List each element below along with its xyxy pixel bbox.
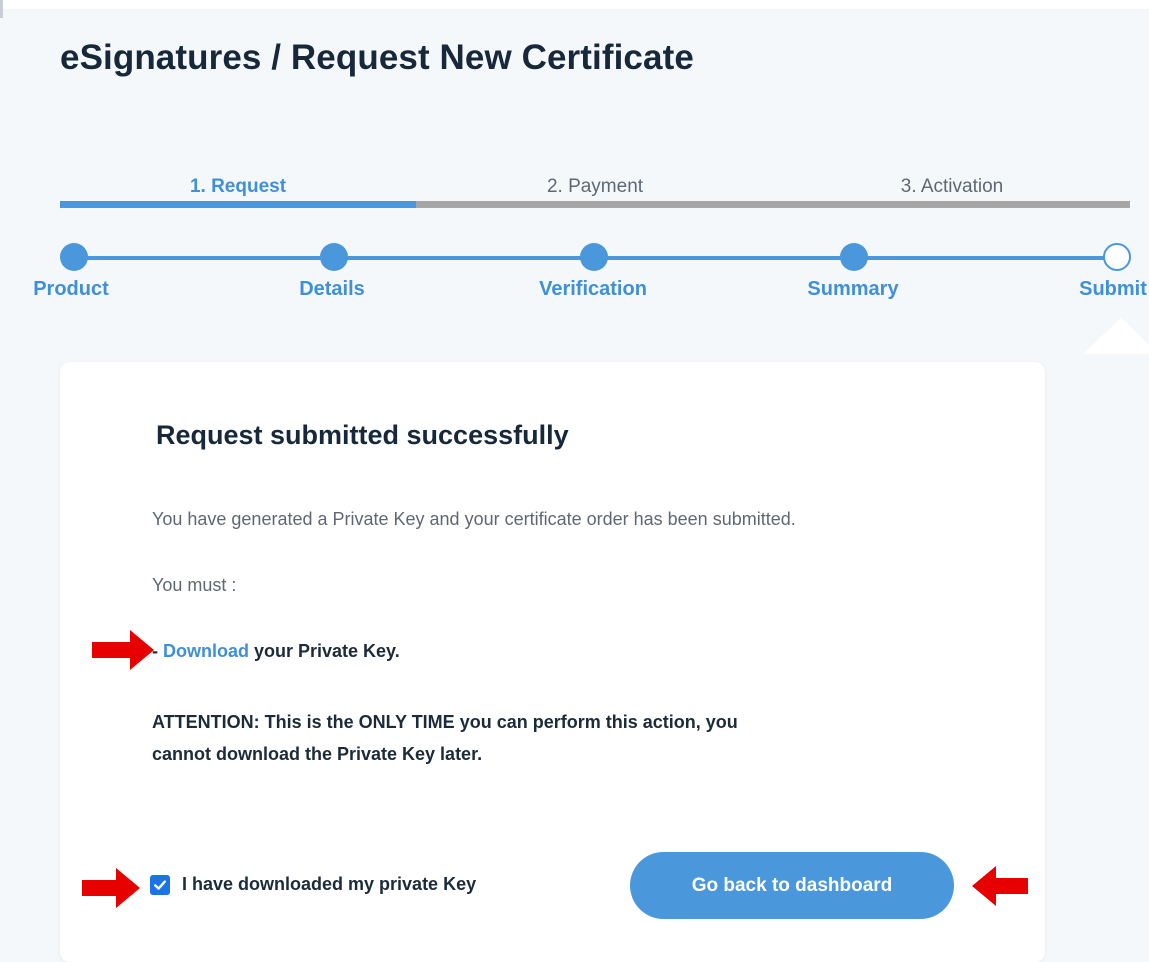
tab-request[interactable]: 1. Request	[190, 176, 286, 198]
step-dot-verification[interactable]	[580, 243, 608, 271]
step-label-submit[interactable]: Submit	[1079, 278, 1147, 301]
download-link[interactable]: Download	[163, 641, 249, 661]
red-arrow-right-icon	[92, 630, 154, 670]
left-edge-line	[0, 0, 3, 18]
attention-warning: ATTENTION: This is the ONLY TIME you can…	[152, 712, 738, 764]
red-arrow-left-icon	[972, 866, 1028, 906]
tab-payment[interactable]: 2. Payment	[547, 176, 643, 198]
step-label-verification[interactable]: Verification	[539, 278, 647, 301]
download-suffix: your Private Key.	[249, 641, 400, 661]
must-label: You must :	[152, 575, 237, 595]
step-dot-details[interactable]	[320, 243, 348, 271]
step-label-product[interactable]: Product	[33, 278, 109, 301]
step-pointer	[1083, 318, 1149, 354]
step-dot-submit[interactable]	[1103, 243, 1131, 271]
downloaded-checkbox[interactable]	[150, 874, 170, 895]
download-instruction: - Download your Private Key.	[152, 641, 400, 662]
red-arrow-right-icon	[82, 868, 140, 908]
step-label-details[interactable]: Details	[299, 278, 365, 301]
top-strip	[0, 0, 1149, 9]
checkbox-label[interactable]: I have downloaded my private Key	[182, 874, 476, 895]
downloaded-confirmation[interactable]: I have downloaded my private Key	[150, 874, 476, 895]
step-dot-summary[interactable]	[840, 243, 868, 271]
go-back-dashboard-button[interactable]: Go back to dashboard	[630, 852, 954, 919]
step-label-summary[interactable]: Summary	[807, 278, 898, 301]
page-title: eSignatures / Request New Certificate	[60, 38, 694, 77]
checkmark-icon	[154, 879, 166, 890]
progress-bar-fill	[60, 201, 416, 208]
step-dot-product[interactable]	[60, 243, 88, 271]
success-message: You have generated a Private Key and you…	[152, 509, 796, 529]
card-title: Request submitted successfully	[156, 420, 569, 450]
tab-activation[interactable]: 3. Activation	[901, 176, 1003, 198]
